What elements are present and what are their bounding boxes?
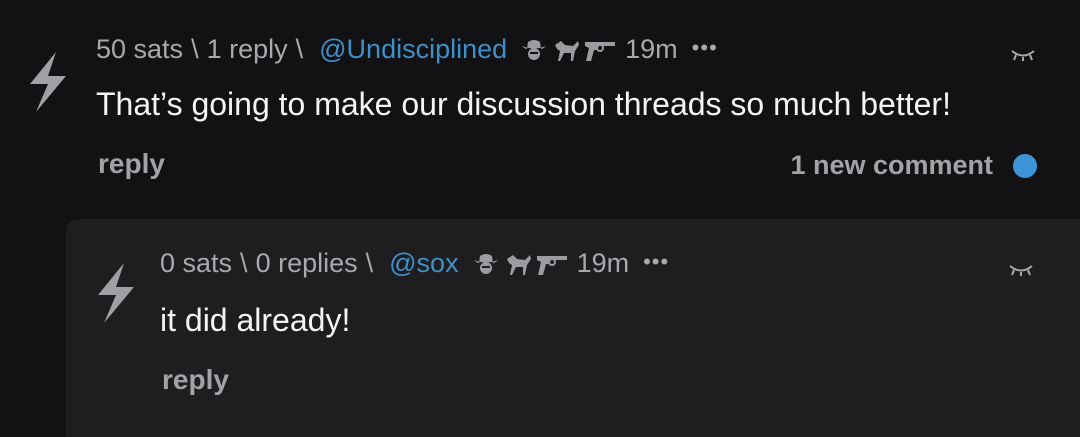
new-comments-indicator[interactable]: 1 new comment	[790, 150, 1037, 181]
reply-button[interactable]: reply	[162, 364, 229, 396]
comment-meta: 50 sats \ 1 reply \ @Undisciplined 19m •…	[96, 34, 718, 65]
more-options-icon[interactable]: •••	[692, 35, 718, 61]
timestamp[interactable]: 19m	[577, 248, 630, 279]
user-badges	[519, 37, 617, 63]
user-badges	[471, 251, 569, 277]
separator: \	[240, 248, 248, 278]
username-link[interactable]: @sox	[389, 248, 458, 279]
sats-count[interactable]: 50 sats	[96, 34, 183, 65]
cowboy-hat-icon	[519, 37, 549, 63]
new-comment-dot-icon	[1013, 153, 1037, 178]
comment-meta: 0 sats \ 0 replies \ @sox 19m •••	[160, 248, 669, 279]
username-link[interactable]: @Undisciplined	[319, 34, 507, 65]
comment-text: That’s going to make our discussion thre…	[96, 86, 951, 122]
reply-count[interactable]: 1 reply	[207, 34, 288, 65]
horse-icon	[551, 37, 581, 63]
separator: \	[295, 34, 304, 64]
reply-count[interactable]: 0 replies	[256, 248, 358, 279]
revolver-icon	[535, 251, 569, 277]
collapse-icon[interactable]	[1008, 263, 1034, 277]
comment-text: it did already!	[160, 302, 351, 338]
sats-count[interactable]: 0 sats	[160, 248, 232, 279]
cowboy-hat-icon	[471, 251, 501, 277]
comment-top: 50 sats \ 1 reply \ @Undisciplined 19m •…	[0, 0, 1080, 210]
more-options-icon[interactable]: •••	[643, 249, 669, 275]
zap-bolt-icon[interactable]	[22, 50, 74, 114]
new-comments-label: 1 new comment	[790, 150, 993, 180]
horse-icon	[503, 251, 533, 277]
zap-bolt-icon[interactable]	[90, 261, 142, 325]
separator: \	[365, 248, 374, 278]
comment-reply: 0 sats \ 0 replies \ @sox 19m ••• it did…	[66, 219, 1080, 437]
separator: \	[191, 34, 199, 64]
reply-button[interactable]: reply	[98, 148, 165, 180]
revolver-icon	[583, 37, 617, 63]
collapse-icon[interactable]	[1010, 48, 1036, 62]
timestamp[interactable]: 19m	[625, 34, 678, 65]
